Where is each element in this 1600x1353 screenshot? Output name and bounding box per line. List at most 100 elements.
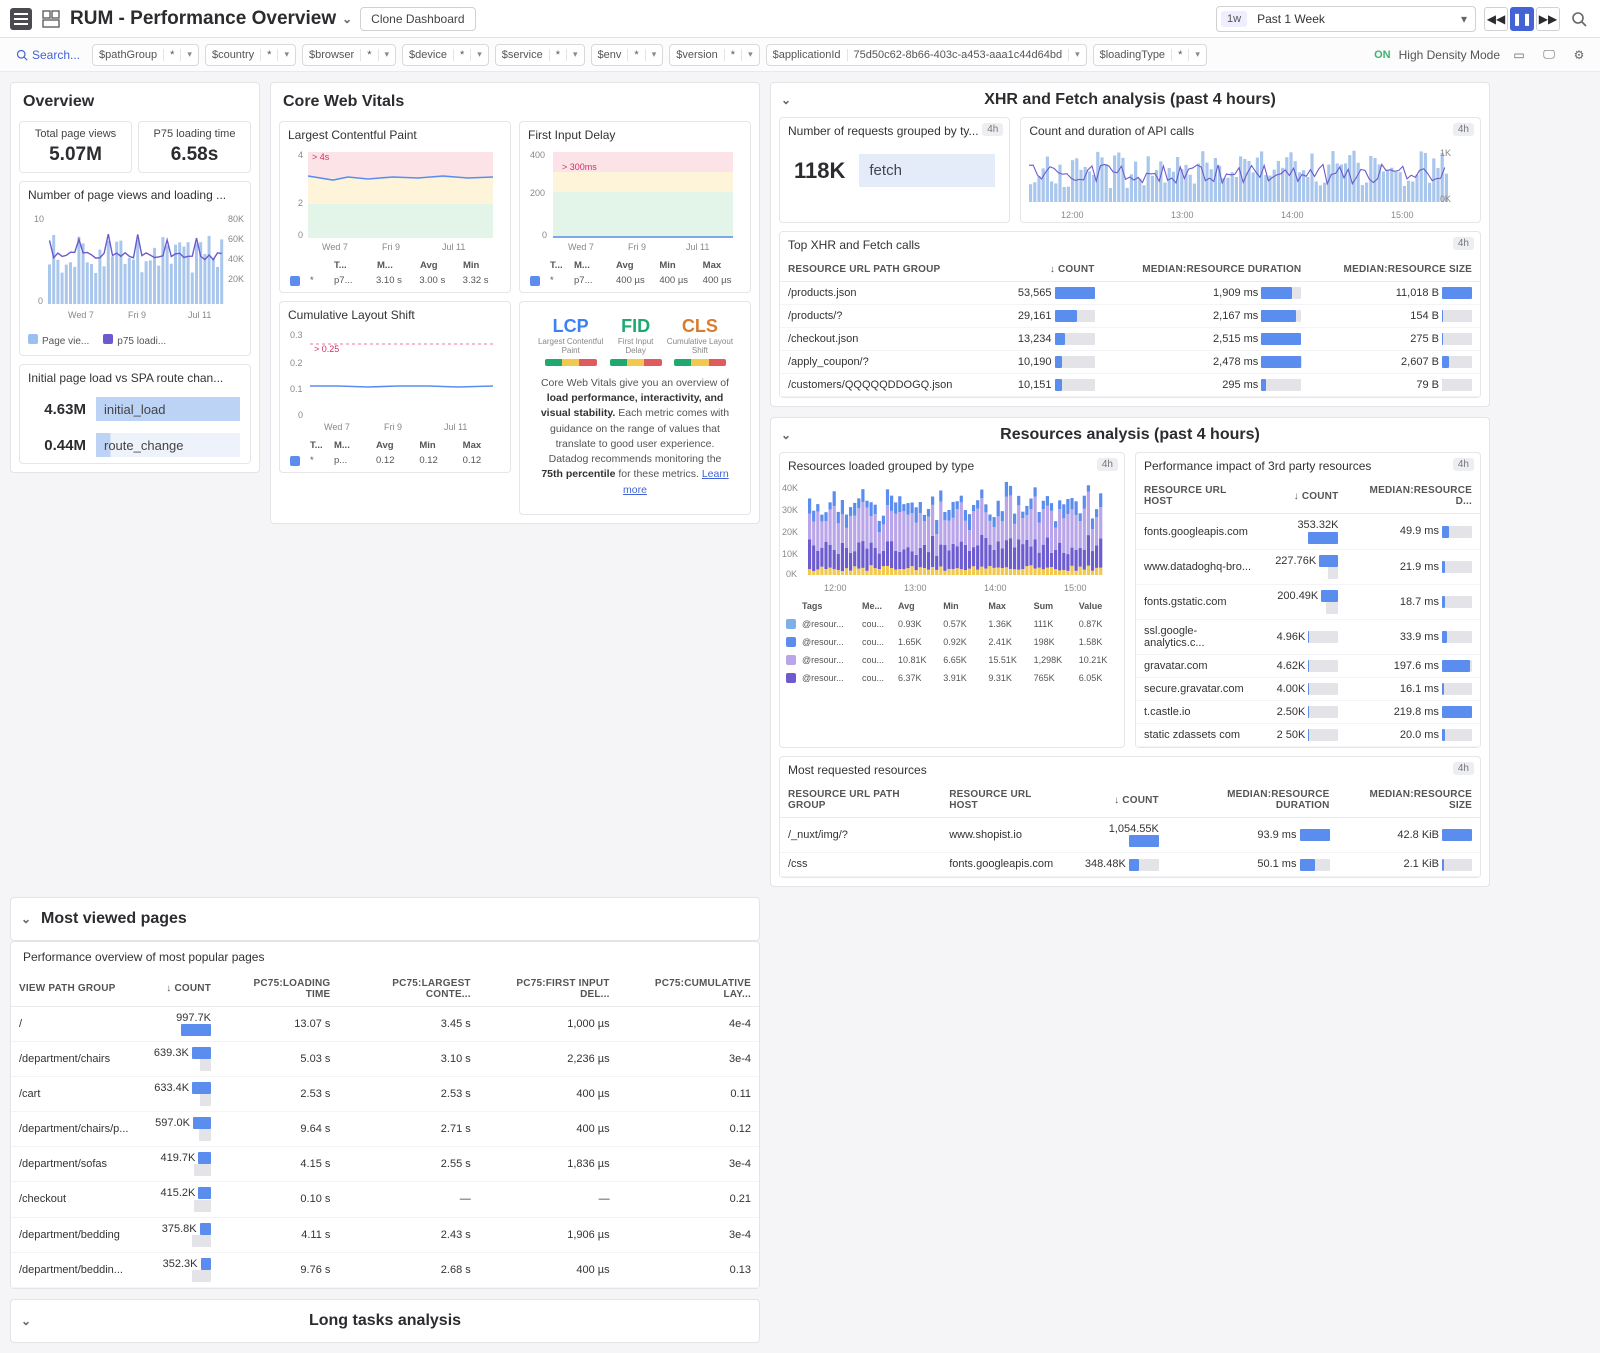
svg-text:12:00: 12:00 (1061, 210, 1084, 220)
menu-icon[interactable] (10, 8, 32, 30)
table-row[interactable]: t.castle.io 2.50K 219.8 ms (1136, 701, 1480, 724)
time-range-selector[interactable]: 1w Past 1 Week ▾ (1216, 6, 1476, 32)
resources-panel: ⌄Resources analysis (past 4 hours) Resou… (770, 417, 1490, 886)
table-row[interactable]: static zdassets com 2 50K 20.0 ms (1136, 724, 1480, 747)
svg-text:13:00: 13:00 (1171, 210, 1194, 220)
svg-text:2: 2 (298, 198, 303, 208)
svg-text:> 0.25: > 0.25 (314, 344, 339, 354)
table-row[interactable]: /cssfonts.googleapis.com 348.48K 50.1 ms… (780, 853, 1480, 876)
collapse-icon[interactable]: ⌄ (21, 912, 31, 926)
svg-text:Jul 11: Jul 11 (444, 422, 467, 432)
filter-chip[interactable]: $applicationId75d50c62-8b66-403c-a453-aa… (766, 44, 1087, 66)
table-row[interactable]: /checkout 415.2K 0.10 s — — 0.21 (11, 1182, 759, 1217)
table-row[interactable]: fonts.gstatic.com 200.49K 18.7 ms (1136, 584, 1480, 619)
table-row[interactable]: /cart 633.4K 2.53 s 2.53 s 400 µs 0.11 (11, 1076, 759, 1111)
table-row[interactable]: www.datadoghq-bro... 227.76K 21.9 ms (1136, 549, 1480, 584)
most-requested-table-card: Most requested resources4h RESOURCE URL … (779, 756, 1481, 877)
filter-chip[interactable]: $version*▾ (669, 44, 759, 66)
most-requested-table[interactable]: RESOURCE URL PATH GROUP RESOURCE URL HOS… (780, 783, 1480, 876)
fid-chart-card[interactable]: First Input Delay > 300ms 4002000 Wed 7F… (519, 121, 751, 293)
filter-chip[interactable]: $loadingType*▾ (1093, 44, 1207, 66)
table-row[interactable]: /products.json 53,565 1,909 ms 11,018 B (780, 282, 1480, 305)
third-party-table-card[interactable]: Performance impact of 3rd party resource… (1135, 452, 1481, 748)
initial-vs-spa-card[interactable]: Initial page load vs SPA route chan... 4… (19, 364, 251, 464)
filter-chip[interactable]: $service*▾ (495, 44, 585, 66)
top-xhr-table-card: Top XHR and Fetch calls4h RESOURCE URL P… (779, 231, 1481, 398)
gear-icon[interactable]: ⚙ (1568, 44, 1590, 66)
table-row[interactable]: secure.gravatar.com 4.00K 16.1 ms (1136, 678, 1480, 701)
svg-text:Fri 9: Fri 9 (628, 242, 646, 252)
filter-chip[interactable]: $browser*▾ (302, 44, 396, 66)
collapse-icon[interactable]: ⌄ (781, 93, 791, 107)
svg-text:Wed 7: Wed 7 (324, 422, 350, 432)
table-row[interactable]: /department/chairs/p... 597.0K 9.64 s 2.… (11, 1111, 759, 1146)
table-row[interactable]: /customers/QQQQQDDOGQ.json 10,151 295 ms… (780, 374, 1480, 397)
top-bar: RUM - Performance Overview ⌄ Clone Dashb… (0, 0, 1600, 38)
svg-text:10K: 10K (782, 549, 798, 559)
svg-text:Wed 7: Wed 7 (568, 242, 594, 252)
filter-chip[interactable]: $country*▾ (205, 44, 296, 66)
xhr-panel: ⌄XHR and Fetch analysis (past 4 hours) N… (770, 82, 1490, 407)
pageviews-chart: 10 0 80K 60K 40K 20K Wed 7Fri 9Jul 11 (28, 212, 246, 322)
svg-text:15:00: 15:00 (1064, 583, 1087, 593)
toplist-row[interactable]: 0.44Mroute_change (20, 427, 250, 463)
collapse-icon[interactable]: ⌄ (21, 1314, 31, 1328)
svg-text:Fri 9: Fri 9 (128, 310, 146, 320)
table-row[interactable]: fonts.googleapis.com 353.32K 49.9 ms (1136, 514, 1480, 549)
svg-text:13:00: 13:00 (904, 583, 927, 593)
monitor-icon[interactable]: 🖵 (1538, 44, 1560, 66)
search-input[interactable]: Search... (10, 44, 86, 66)
cwv-info-card: LCPLargest Contentful PaintFIDFirst Inpu… (519, 301, 751, 515)
density-toggle[interactable]: ON High Density Mode ▭ 🖵 ⚙ (1374, 44, 1590, 66)
top-xhr-table[interactable]: RESOURCE URL PATH GROUP ↓ COUNT MEDIAN:R… (780, 258, 1480, 397)
svg-text:0K: 0K (1440, 194, 1451, 204)
time-nav: ◀◀ ❚❚ ▶▶ (1484, 7, 1560, 31)
table-row[interactable]: /department/sofas 419.7K 4.15 s 2.55 s 1… (11, 1147, 759, 1182)
svg-text:40K: 40K (782, 483, 798, 493)
svg-text:40K: 40K (228, 254, 244, 264)
filter-chip[interactable]: $env*▾ (591, 44, 664, 66)
table-row[interactable]: /products/? 29,161 2,167 ms 154 B (780, 305, 1480, 328)
search-icon[interactable] (1568, 8, 1590, 30)
time-prev-button[interactable]: ◀◀ (1484, 7, 1508, 31)
svg-text:0: 0 (298, 410, 303, 420)
table-row[interactable]: /_nuxt/img/?www.shopist.io 1,054.55K 93.… (780, 818, 1480, 853)
long-tasks-section: ⌄Long tasks analysis (10, 1299, 760, 1343)
table-row[interactable]: /apply_coupon/? 10,190 2,478 ms 2,607 B (780, 351, 1480, 374)
table-row[interactable]: gravatar.com 4.62K 197.6 ms (1136, 654, 1480, 677)
kpi-total-page-views[interactable]: Total page views 5.07M (19, 121, 132, 173)
time-next-button[interactable]: ▶▶ (1536, 7, 1560, 31)
most-viewed-table-card: Performance overview of most popular pag… (10, 941, 760, 1289)
clone-dashboard-button[interactable]: Clone Dashboard (360, 7, 475, 31)
third-party-table[interactable]: RESOURCE URL HOST ↓ COUNT MEDIAN:RESOURC… (1136, 479, 1480, 747)
overview-title: Overview (11, 83, 259, 121)
table-row[interactable]: /department/chairs 639.3K 5.03 s 3.10 s … (11, 1041, 759, 1076)
table-row[interactable]: / 997.7K 13.07 s 3.45 s 1,000 µs 4e-4 (11, 1006, 759, 1041)
lcp-chart-card[interactable]: Largest Contentful Paint > 4s 420 Wed 7F… (279, 121, 511, 293)
svg-text:15:00: 15:00 (1391, 210, 1414, 220)
table-row[interactable]: /department/bedding 375.8K 4.11 s 2.43 s… (11, 1217, 759, 1252)
svg-text:60K: 60K (228, 234, 244, 244)
dashboard-icon (40, 8, 62, 30)
time-pause-button[interactable]: ❚❚ (1510, 7, 1534, 31)
page-title: RUM - Performance Overview ⌄ (70, 8, 352, 30)
api-calls-chart-card[interactable]: Count and duration of API calls4h 1K 0K … (1020, 117, 1481, 223)
xhr-requests-by-type-card[interactable]: Number of requests grouped by ty...4h 11… (779, 117, 1010, 223)
collapse-icon[interactable]: ⌄ (781, 428, 791, 442)
svg-text:0: 0 (298, 230, 303, 240)
filter-bar: Search... $pathGroup*▾ $country*▾ $browser… (0, 38, 1600, 72)
most-viewed-table[interactable]: VIEW PATH GROUP ↓ COUNT PC75:LOADING TIM… (11, 972, 759, 1288)
chevron-down-icon[interactable]: ⌄ (342, 12, 352, 26)
pageviews-chart-card[interactable]: Number of page views and loading ... 10 … (19, 181, 251, 356)
resources-by-type-card[interactable]: Resources loaded grouped by type4h 40K30… (779, 452, 1125, 748)
table-row[interactable]: ssl.google-analytics.c... 4.96K 33.9 ms (1136, 619, 1480, 654)
tv-icon[interactable]: ▭ (1508, 44, 1530, 66)
svg-text:0: 0 (542, 230, 547, 240)
table-row[interactable]: /checkout.json 13,234 2,515 ms 275 B (780, 328, 1480, 351)
filter-chip[interactable]: $device*▾ (402, 44, 489, 66)
kpi-p75-loading-time[interactable]: P75 loading time 6.58s (138, 121, 251, 173)
toplist-row[interactable]: 4.63Minitial_load (20, 391, 250, 427)
filter-chip[interactable]: $pathGroup*▾ (92, 44, 199, 66)
table-row[interactable]: /department/beddin... 352.3K 9.76 s 2.68… (11, 1252, 759, 1287)
cls-chart-card[interactable]: Cumulative Layout Shift > 0.25 0.30.20.1… (279, 301, 511, 473)
